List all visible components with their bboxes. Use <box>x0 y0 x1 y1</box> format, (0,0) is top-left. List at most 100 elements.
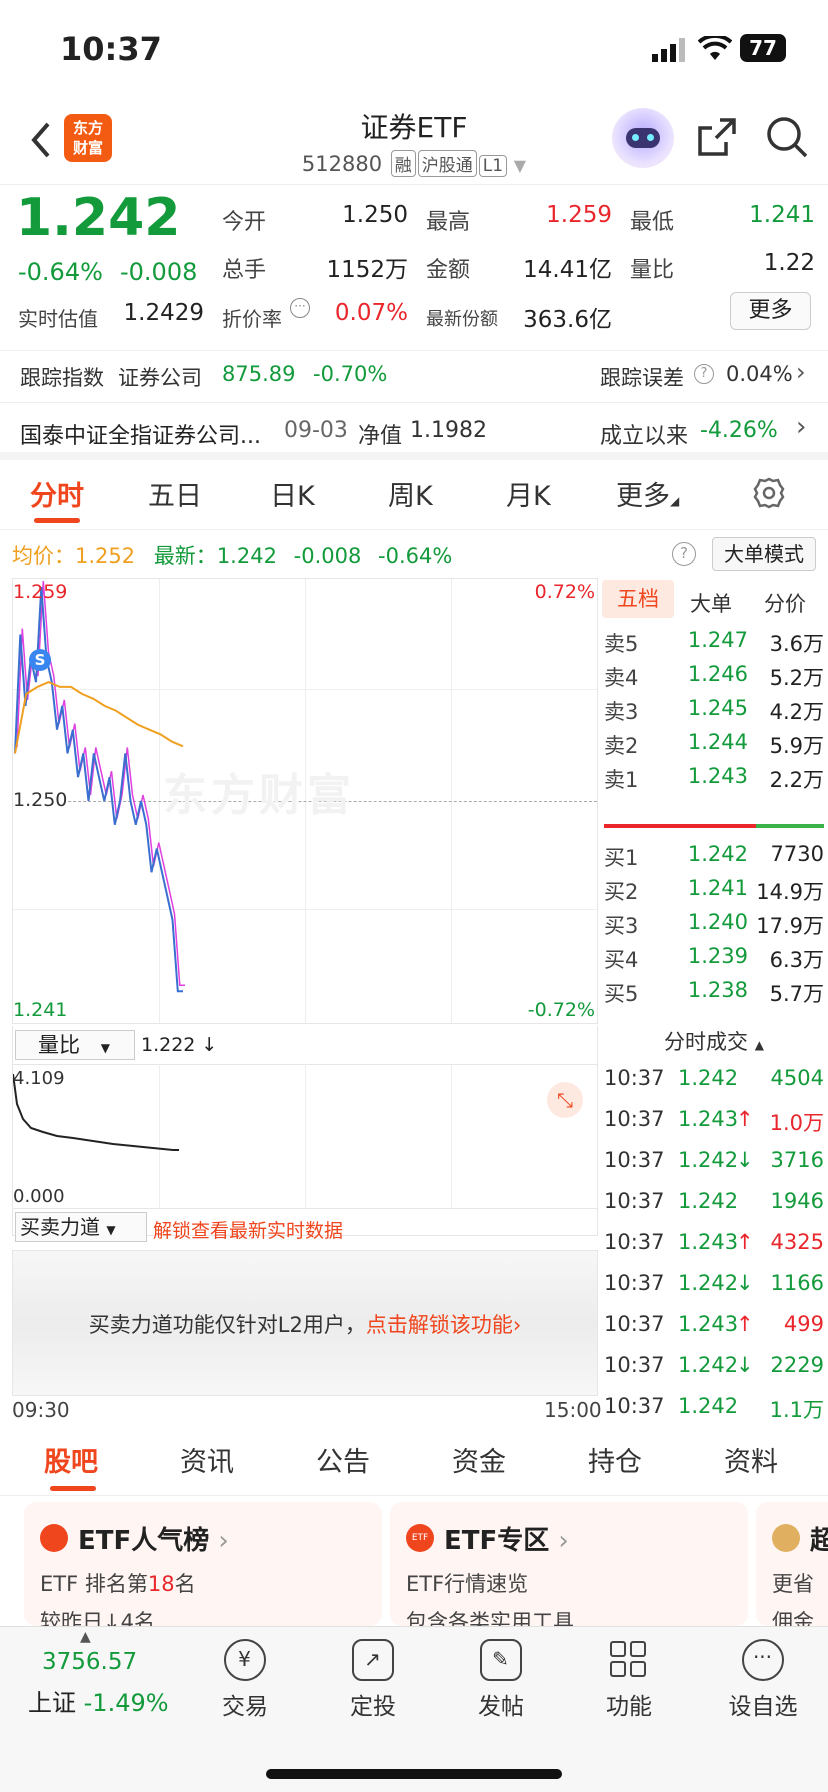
bid-row: 买3 1.240 17.9万 <box>600 910 828 946</box>
discount-value: 0.07% <box>334 300 408 326</box>
tag-margin: 融 <box>390 150 416 177</box>
ask-volume: 4.2万 <box>769 700 824 724</box>
latest-pct: -0.64% <box>378 544 453 568</box>
tab-daily-k[interactable]: 日K <box>270 474 315 513</box>
sell-marker-icon[interactable]: S <box>29 649 51 671</box>
card-etf-zone[interactable]: ETF ETF专区 › ETF行情速览 包含各类实用工具 <box>390 1502 748 1626</box>
ask-volume: 3.6万 <box>769 632 824 656</box>
open-value: 1.250 <box>342 202 408 228</box>
index-pct: -1.49% <box>83 1689 169 1717</box>
grid-icon <box>608 1639 650 1681</box>
tag-connect: 沪股通 <box>417 150 477 177</box>
trades-title[interactable]: 分时成交 ▲ <box>600 1026 828 1062</box>
tab-price-dist[interactable]: 分价 <box>764 588 806 618</box>
trade-price: 1.242 <box>678 1353 739 1377</box>
tab-forum[interactable]: 股吧 <box>44 1440 98 1479</box>
info-icon[interactable]: ··· <box>290 298 310 318</box>
indicator-select[interactable]: 量比 ▼ <box>15 1030 135 1060</box>
bid-volume: 5.7万 <box>769 982 824 1006</box>
index-value[interactable]: 3756.57 <box>42 1649 137 1675</box>
trade-arrow: ↑ <box>736 1230 754 1254</box>
expand-icon[interactable]: ⤡ <box>547 1082 583 1118</box>
home-indicator <box>266 1769 562 1779</box>
tab-announcements[interactable]: 公告 <box>316 1440 370 1479</box>
more-button[interactable]: 更多 <box>730 292 811 330</box>
amount-value: 14.41亿 <box>523 257 612 283</box>
tab-news[interactable]: 资讯 <box>180 1440 234 1479</box>
tracking-error-value: 0.04% <box>726 362 793 386</box>
chevron-right-icon[interactable]: › <box>796 412 806 442</box>
tab-weekly-k[interactable]: 周K <box>388 474 433 513</box>
tab-five-level[interactable]: 五档 <box>602 580 674 618</box>
functions-button[interactable]: 功能 <box>584 1639 674 1721</box>
more-icon: ··· <box>742 1639 784 1681</box>
help-icon[interactable]: ? <box>672 542 696 566</box>
ask-row: 卖3 1.245 4.2万 <box>600 696 828 732</box>
tab-profile[interactable]: 资料 <box>724 1440 778 1479</box>
trade-time: 10:37 <box>604 1148 665 1172</box>
force-indicator-select[interactable]: 买卖力道 ▼ <box>15 1212 147 1242</box>
trade-row: 10:37 1.242 ↓ 2229 <box>600 1353 828 1391</box>
trade-price: 1.243 <box>678 1230 739 1254</box>
ask-price: 1.246 <box>687 662 748 686</box>
open-label: 今开 <box>222 210 267 235</box>
bid-label: 买5 <box>604 982 639 1006</box>
bid-label: 买4 <box>604 948 639 972</box>
trade-label: 交易 <box>222 1694 268 1720</box>
nav-bar: 东方 财富 证券ETF 512880 融沪股通 L1 ▼ <box>0 100 828 185</box>
card-partial[interactable]: 超 更省 佣金 <box>756 1502 828 1626</box>
tab-intraday[interactable]: 分时 <box>30 474 84 513</box>
share-icon[interactable] <box>696 116 738 158</box>
trade-volume: 1.0万 <box>769 1111 824 1135</box>
invest-plan-button[interactable]: ↗ 定投 <box>328 1639 418 1721</box>
ratio-label: 量比 <box>630 258 675 283</box>
tab-five-day[interactable]: 五日 <box>148 474 202 513</box>
trade-arrow: ↑ <box>736 1107 754 1131</box>
change-pct: -0.64% <box>18 258 103 286</box>
chevron-right-icon[interactable]: › <box>796 358 806 386</box>
tab-holdings[interactable]: 持仓 <box>588 1440 642 1479</box>
volume-label: 总手 <box>222 258 267 283</box>
tab-monthly-k[interactable]: 月K <box>506 474 551 513</box>
force-unlock-link[interactable]: 点击解锁该功能› <box>366 1313 521 1337</box>
settings-icon[interactable] <box>752 476 786 510</box>
tab-more[interactable]: 更多◢ <box>616 474 679 513</box>
divider <box>0 350 828 351</box>
unlock-link[interactable]: 解锁查看最新实时数据 <box>153 1216 343 1243</box>
add-watchlist-button[interactable]: ··· 设自选 <box>718 1639 808 1721</box>
etf-icon: ETF <box>406 1524 434 1552</box>
tab-more-label: 更多 <box>616 481 670 512</box>
fund-name[interactable]: 国泰中证全指证券公司... <box>20 418 261 450</box>
ask-row: 卖2 1.244 5.9万 <box>600 730 828 766</box>
iopv-value: 1.2429 <box>123 300 204 326</box>
card-title-label: ETF人气榜 <box>78 1526 210 1556</box>
price-chart[interactable]: 东方财富 1.259 0.72% 1.250 1.241 -0.72% S <box>12 578 598 1024</box>
tab-large-orders[interactable]: 大单 <box>690 588 732 618</box>
invest-plan-label: 定投 <box>350 1694 396 1720</box>
trade-row: 10:37 1.242 4504 <box>600 1066 828 1104</box>
low-label: 最低 <box>630 210 675 235</box>
help-icon[interactable]: ? <box>694 364 714 384</box>
trade-button[interactable]: ¥ 交易 <box>200 1639 290 1721</box>
trade-time: 10:37 <box>604 1271 665 1295</box>
high-value: 1.259 <box>546 202 612 228</box>
post-label: 发帖 <box>478 1694 524 1720</box>
index-row[interactable]: 上证 -1.49% <box>28 1683 169 1718</box>
trade-price: 1.243 <box>678 1107 739 1131</box>
bid-row: 买1 1.242 7730 <box>600 842 828 878</box>
buy-sell-bar-green <box>756 824 824 828</box>
ask-row: 卖1 1.243 2.2万 <box>600 764 828 800</box>
current-price: 1.242 <box>16 188 181 248</box>
tracking-index-name[interactable]: 证券公司 <box>118 362 202 392</box>
ask-label: 卖1 <box>604 768 639 792</box>
large-order-mode-button[interactable]: 大单模式 <box>712 537 816 571</box>
tab-funds[interactable]: 资金 <box>452 1440 506 1479</box>
trade-volume: 3716 <box>770 1148 824 1172</box>
search-icon[interactable] <box>764 114 810 160</box>
post-button[interactable]: ✎ 发帖 <box>456 1639 546 1721</box>
assistant-avatar[interactable] <box>612 108 674 168</box>
card-etf-popularity[interactable]: ETF人气榜 › ETF 排名第18名 较昨日↓4名 <box>24 1502 382 1626</box>
bid-label: 买1 <box>604 846 639 870</box>
tag-level: L1 <box>478 155 508 177</box>
price-chart-svg <box>14 580 185 993</box>
